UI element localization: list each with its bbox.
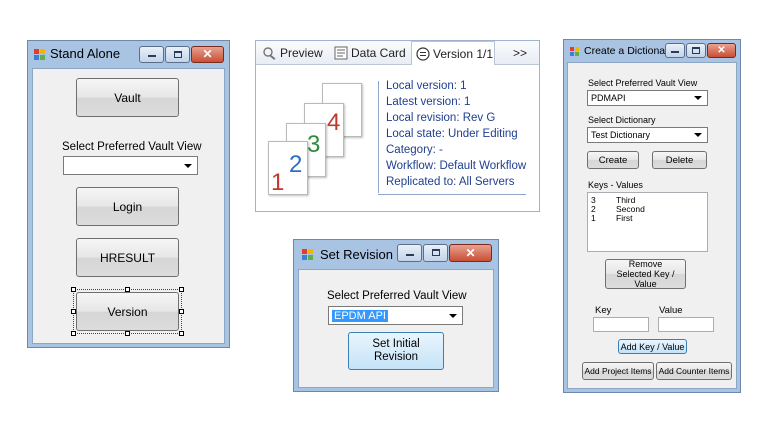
close-button[interactable]: ✕	[707, 43, 736, 58]
minimize-button[interactable]	[397, 244, 422, 262]
selection-frame	[73, 289, 182, 334]
tab-label: Version 1/1	[433, 46, 494, 61]
list-item-value[interactable]: First	[616, 213, 633, 223]
chevron-down-icon	[449, 313, 457, 318]
minimize-icon	[405, 253, 414, 256]
version-info-divider	[378, 81, 379, 193]
close-icon: ✕	[202, 47, 213, 61]
set-revision-window: Set Revision ✕ Select Preferred Vault Vi…	[293, 239, 499, 392]
maximize-icon	[431, 249, 440, 256]
add-key-value-button[interactable]: Add Key / Value	[618, 339, 687, 354]
latest-version: Latest version: 1	[386, 96, 471, 108]
category: Category: -	[386, 144, 443, 156]
resize-handle[interactable]	[125, 287, 130, 292]
value-input[interactable]	[658, 317, 714, 332]
window-title: Set Revision	[320, 247, 393, 262]
version-digit: 4	[327, 109, 341, 136]
resize-handle[interactable]	[179, 309, 184, 314]
list-item-key[interactable]: 1	[591, 213, 596, 223]
remove-selected-button[interactable]: Remove Selected Key / Value	[605, 259, 686, 289]
maximize-button[interactable]	[165, 46, 190, 63]
version-card-panel: Preview Data Card Version 1/1 >> 1 2 3 4…	[255, 40, 540, 212]
resize-handle[interactable]	[71, 331, 76, 336]
resize-handle[interactable]	[179, 331, 184, 336]
dictionary-combo[interactable]: Test Dictionary	[587, 127, 708, 143]
tab-version[interactable]: Version 1/1	[411, 41, 495, 65]
minimize-button[interactable]	[665, 43, 685, 58]
resize-handle[interactable]	[71, 287, 76, 292]
minimize-icon	[671, 51, 679, 54]
chevron-down-icon	[694, 96, 702, 100]
resize-handle[interactable]	[71, 309, 76, 314]
vault-view-value: PDMAPI	[591, 93, 626, 103]
vault-view-label: Select Preferred Vault View	[588, 78, 698, 88]
create-button[interactable]: Create	[587, 151, 639, 169]
login-button[interactable]: Login	[76, 187, 179, 226]
window-client: Vault Select Preferred Vault View Login …	[32, 68, 225, 344]
app-icon	[570, 47, 580, 57]
close-button[interactable]: ✕	[191, 46, 224, 63]
vault-button[interactable]: Vault	[76, 78, 179, 117]
local-revision: Local revision: Rev G	[386, 112, 496, 124]
app-icon	[302, 249, 314, 261]
resize-handle[interactable]	[179, 287, 184, 292]
tab-more[interactable]: >>	[513, 41, 527, 65]
window-title: Stand Alone	[50, 46, 121, 61]
local-version: Local version: 1	[386, 80, 467, 92]
tab-label: Data Card	[351, 46, 406, 60]
window-client: Select Preferred Vault View EPDM API Set…	[298, 269, 494, 388]
vault-view-value: EPDM API	[332, 309, 388, 322]
close-button[interactable]: ✕	[449, 244, 492, 262]
workflow: Workflow: Default Workflow	[386, 160, 527, 172]
delete-button[interactable]: Delete	[652, 151, 707, 169]
vault-view-combo[interactable]: PDMAPI	[587, 90, 708, 106]
key-label: Key	[595, 305, 612, 316]
version-digit: 1	[271, 169, 285, 196]
preview-icon	[263, 47, 276, 60]
keys-values-list[interactable]: 3 Third 2 Second 1 First	[587, 192, 708, 252]
version-icon	[416, 46, 430, 61]
vault-view-label: Select Preferred Vault View	[327, 290, 467, 302]
version-digit: 2	[289, 151, 303, 178]
add-counter-items-button[interactable]: Add Counter Items	[656, 362, 732, 380]
vault-view-combo[interactable]	[63, 156, 198, 175]
tab-label: >>	[513, 46, 528, 60]
keys-values-label: Keys - Values	[588, 180, 643, 190]
window-title: Create a Dictionary	[584, 45, 674, 57]
minimize-button[interactable]	[139, 46, 164, 63]
local-state: Local state: Under Editing	[386, 128, 518, 140]
close-icon: ✕	[465, 246, 476, 260]
dictionary-label: Select Dictionary	[588, 115, 656, 125]
maximize-button[interactable]	[423, 244, 448, 262]
window-client: Select Preferred Vault View PDMAPI Selec…	[567, 62, 737, 389]
key-input[interactable]	[593, 317, 649, 332]
replicated-to: Replicated to: All Servers	[386, 176, 515, 188]
minimize-icon	[147, 55, 156, 58]
version-info-underline	[378, 194, 526, 195]
close-icon: ✕	[717, 45, 726, 56]
tab-label: Preview	[280, 46, 323, 60]
app-icon	[34, 49, 46, 61]
add-project-items-button[interactable]: Add Project Items	[582, 362, 654, 380]
resize-handle[interactable]	[125, 331, 130, 336]
dictionary-window: Create a Dictionary ✕ Select Preferred V…	[563, 39, 741, 393]
maximize-button[interactable]	[686, 43, 706, 58]
chevron-down-icon	[694, 133, 702, 137]
value-label: Value	[659, 305, 683, 316]
vault-view-combo[interactable]: EPDM API	[328, 306, 463, 325]
dictionary-value: Test Dictionary	[591, 130, 651, 140]
version-digit: 3	[307, 131, 321, 158]
maximize-icon	[173, 50, 182, 58]
stand-alone-window: Stand Alone ✕ Vault Select Preferred Vau…	[27, 40, 230, 348]
data-card-icon	[334, 46, 348, 60]
chevron-down-icon	[184, 163, 192, 168]
vault-view-label: Select Preferred Vault View	[62, 141, 202, 153]
hresult-button[interactable]: HRESULT	[76, 238, 179, 277]
set-initial-revision-button[interactable]: Set Initial Revision	[348, 332, 444, 370]
tab-preview[interactable]: Preview	[261, 41, 323, 65]
tab-data-card[interactable]: Data Card	[334, 41, 406, 65]
maximize-icon	[692, 46, 700, 54]
